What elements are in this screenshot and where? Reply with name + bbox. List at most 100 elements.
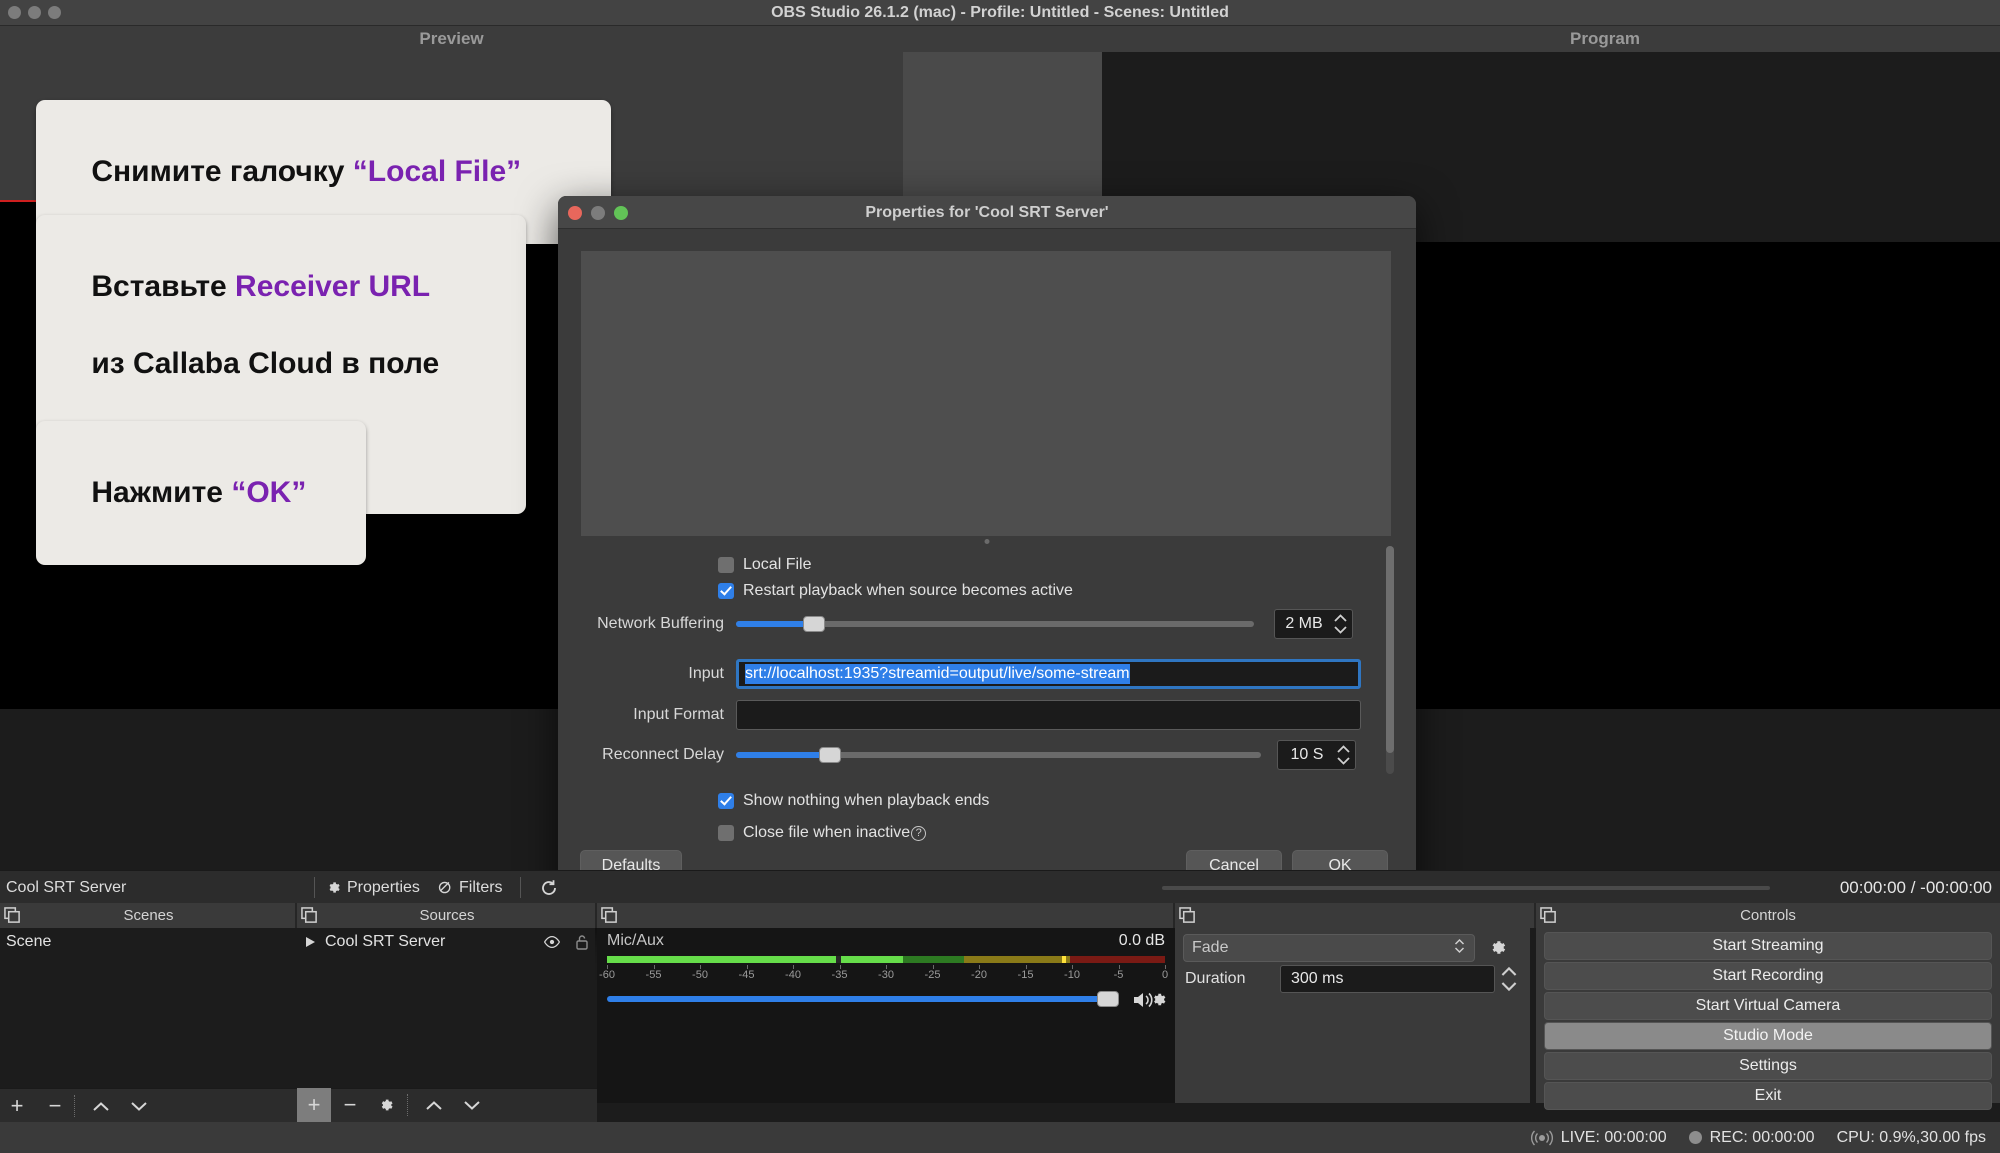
program-label: Program <box>1570 29 1640 48</box>
reconnect-delay-slider-knob[interactable] <box>819 747 842 763</box>
chevron-down-icon[interactable] <box>1333 624 1348 635</box>
mixer-scale-label: -30 <box>878 969 894 981</box>
sources-toolbar-separator <box>407 1094 408 1116</box>
source-toolbar: Cool SRT Server Properties Filters 00:00… <box>0 870 2000 903</box>
move-source-down-button[interactable] <box>455 1088 489 1122</box>
transition-select[interactable]: Fade <box>1183 934 1475 962</box>
move-source-up-button[interactable] <box>417 1088 451 1122</box>
input-format-field[interactable] <box>736 700 1361 730</box>
chevron-down-icon[interactable] <box>1336 755 1351 766</box>
add-source-button[interactable]: + <box>297 1088 331 1122</box>
mixer-gear-icon[interactable] <box>1149 990 1168 1009</box>
list-item[interactable]: Scene <box>0 928 295 955</box>
properties-button[interactable]: Properties <box>325 871 420 904</box>
remove-source-button[interactable]: − <box>333 1088 367 1122</box>
show-nothing-checkbox[interactable] <box>718 793 734 809</box>
control-button-start-streaming[interactable]: Start Streaming <box>1544 932 1992 960</box>
dialog-scrollbar-thumb[interactable] <box>1386 546 1394 753</box>
source-settings-button[interactable] <box>369 1088 403 1122</box>
restart-playback-checkbox[interactable] <box>718 583 734 599</box>
network-buffering-slider-knob[interactable] <box>802 616 825 632</box>
chevron-updown-icon[interactable] <box>1453 936 1466 961</box>
control-button-start-virtual-camera[interactable]: Start Virtual Camera <box>1544 992 1992 1020</box>
chevron-down-icon <box>464 1100 480 1110</box>
local-file-checkbox[interactable] <box>718 557 734 573</box>
media-seek-bar[interactable] <box>1162 886 1770 890</box>
toolbar-separator-1 <box>314 877 315 898</box>
duration-stepper[interactable] <box>1500 965 1518 993</box>
close-file-label: Close file when inactive <box>743 824 911 841</box>
rec-timer: REC: 00:00:00 <box>1709 1128 1815 1146</box>
status-bar: LIVE: 00:00:00 REC: 00:00:00 CPU: 0.9%,3… <box>0 1122 2000 1153</box>
control-button-settings[interactable]: Settings <box>1544 1052 1992 1080</box>
mixer-volume-fader[interactable] <box>607 996 1107 1002</box>
move-scene-up-button[interactable] <box>84 1089 118 1123</box>
help-icon[interactable]: ? <box>911 825 927 841</box>
list-item[interactable]: Cool SRT Server <box>297 928 595 955</box>
control-button-start-recording[interactable]: Start Recording <box>1544 962 1992 990</box>
chevron-up-icon[interactable] <box>1336 744 1351 755</box>
input-field[interactable]: srt://localhost:1935?streamid=output/liv… <box>736 659 1361 689</box>
network-buffering-slider[interactable] <box>736 616 1254 632</box>
chevron-up-icon <box>93 1101 109 1111</box>
toolbar-separator-2 <box>520 877 521 898</box>
duration-value: 300 ms <box>1291 970 1344 987</box>
scene-item-label: Scene <box>6 932 52 950</box>
remove-scene-button[interactable]: − <box>38 1089 72 1123</box>
callout-2-accent-url: Receiver URL <box>235 269 431 303</box>
filters-button[interactable]: Filters <box>437 871 503 904</box>
network-buffering-spinner[interactable]: 2 MB <box>1274 609 1353 639</box>
live-timer: LIVE: 00:00:00 <box>1560 1128 1667 1146</box>
refresh-button[interactable] <box>532 871 566 904</box>
restart-playback-row: Restart playback when source becomes act… <box>558 578 1378 604</box>
restart-playback-label: Restart playback when source becomes act… <box>743 582 1073 599</box>
control-button-exit[interactable]: Exit <box>1544 1082 1992 1110</box>
preview-label: Preview <box>419 29 484 48</box>
reconnect-delay-spinner[interactable]: 10 S <box>1277 740 1356 770</box>
duration-label: Duration <box>1185 970 1246 987</box>
add-scene-button[interactable]: + <box>0 1089 34 1123</box>
network-buffering-value: 2 MB <box>1285 615 1323 632</box>
mixer-scale-label: -15 <box>1017 969 1034 981</box>
scenes-dock-title: Scenes <box>123 907 174 924</box>
reconnect-delay-slider-fill <box>736 752 826 758</box>
mixer-scale: -60 -55 -50 -45 -40 -35 -30 -25 -20 -15 -10 -5 0 <box>599 965 1168 981</box>
sources-toolbar: + − <box>297 1088 597 1122</box>
media-timecode: 00:00:00 / -00:00:00 <box>1839 878 1992 897</box>
dialog-titlebar: Properties for 'Cool SRT Server' <box>558 196 1416 229</box>
eye-icon[interactable] <box>543 935 561 949</box>
controls-dock-header: Controls <box>1536 903 2000 928</box>
transition-gear-icon[interactable] <box>1487 937 1508 958</box>
unlock-icon[interactable] <box>575 934 589 950</box>
local-file-label: Local File <box>743 556 812 573</box>
mixer-fader-knob[interactable] <box>1097 991 1119 1007</box>
control-button-studio-mode[interactable]: Studio Mode <box>1544 1022 1992 1050</box>
sources-dock: Cool SRT Server <box>297 928 595 1103</box>
dialog-resize-handle[interactable] <box>984 539 990 544</box>
network-buffering-stepper-arrows[interactable] <box>1333 613 1352 635</box>
callout-press-ok: Нажмите “OK” <box>36 421 366 566</box>
dialog-scrollbar[interactable] <box>1386 546 1394 774</box>
reconnect-delay-stepper-arrows[interactable] <box>1336 744 1355 766</box>
filters-icon <box>437 879 454 896</box>
input-row: Input srt://localhost:1935?streamid=outp… <box>558 656 1378 692</box>
dialog-properties-scrollarea: Local File Restart playback when source … <box>558 546 1416 841</box>
duration-field[interactable]: 300 ms <box>1280 965 1495 993</box>
close-file-checkbox[interactable] <box>718 825 734 841</box>
show-nothing-label: Show nothing when playback ends <box>743 792 990 809</box>
chevron-up-icon[interactable] <box>1500 965 1518 979</box>
cpu-value: CPU: 0.9%,30.00 fps <box>1836 1128 1986 1146</box>
controls-dock: Start Streaming Start Recording Start Virt… <box>1536 928 2000 1110</box>
move-scene-down-button[interactable] <box>122 1089 156 1123</box>
reconnect-delay-label: Reconnect Delay <box>602 746 724 763</box>
scenes-toolbar-separator <box>74 1095 75 1117</box>
scene-transitions-dock: Fade Duration 300 ms <box>1175 928 1530 1103</box>
dialog-title: Properties for 'Cool SRT Server' <box>865 204 1109 221</box>
callout-1-prefix: Снимите галочку <box>91 154 353 188</box>
reconnect-delay-slider[interactable] <box>736 747 1261 763</box>
cpu-status: CPU: 0.9%,30.00 fps <box>1837 1129 1986 1147</box>
mixer-scale-label: -40 <box>785 969 801 981</box>
transitions-dock-header <box>1175 903 1536 928</box>
chevron-down-icon[interactable] <box>1500 979 1518 993</box>
chevron-up-icon[interactable] <box>1333 613 1348 624</box>
